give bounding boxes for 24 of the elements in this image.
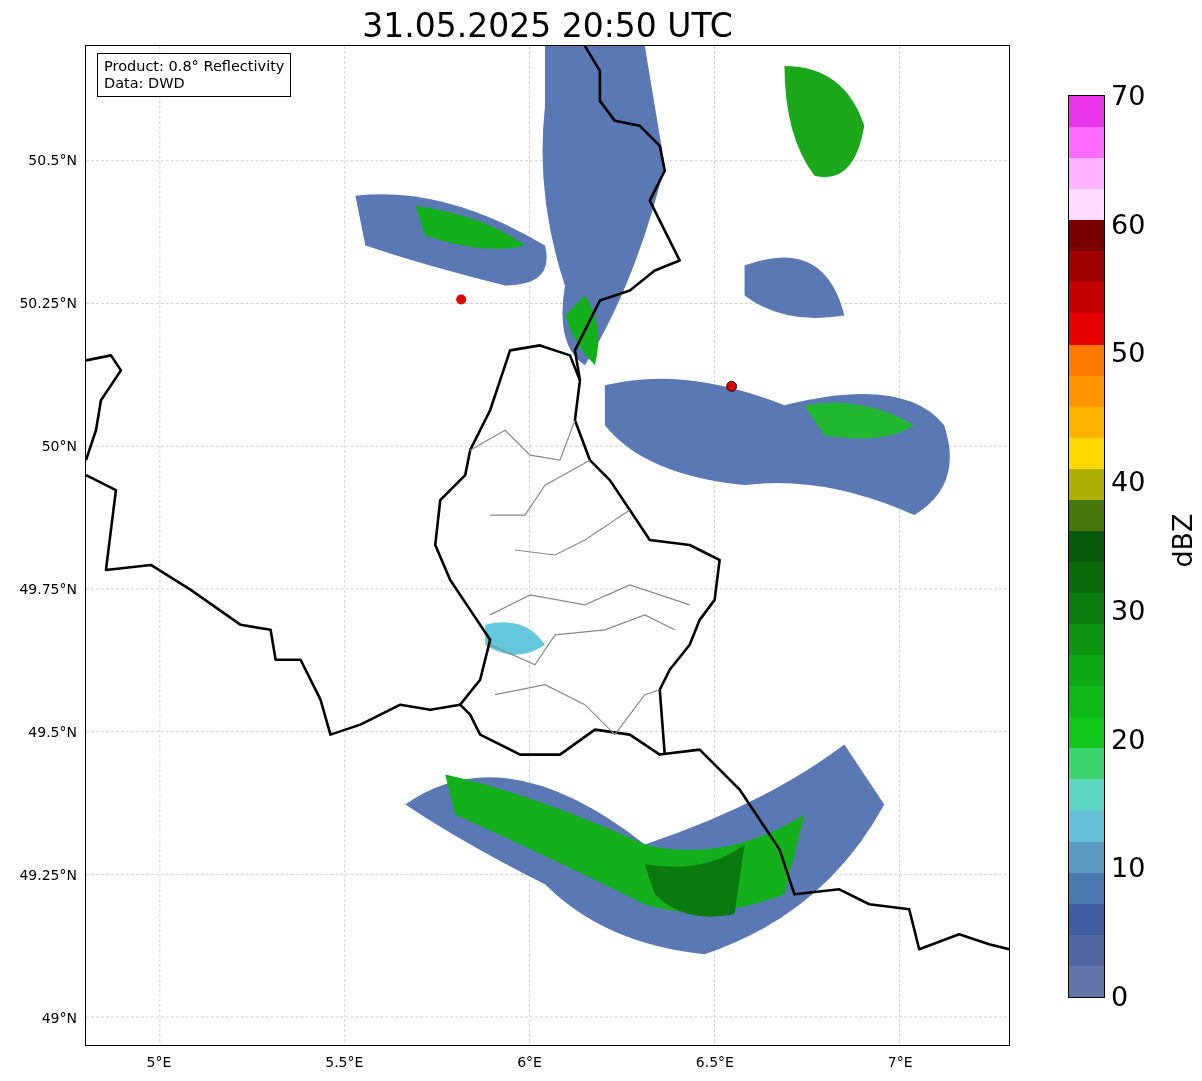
longitude-label: 6.5°E (695, 1054, 734, 1070)
colorbar-tick-label: 20 (1111, 723, 1146, 755)
latitude-label: 49°N (41, 1010, 77, 1026)
colorbar-label: dBZ (1166, 513, 1198, 568)
colorbar-tick-label: 10 (1111, 851, 1146, 883)
colorbar-tick-label: 60 (1111, 208, 1146, 240)
longitude-label: 5°E (146, 1054, 172, 1070)
longitude-label: 5.5°E (325, 1054, 364, 1070)
latitude-label: 49.5°N (28, 724, 77, 740)
colorbar-tick-label: 70 (1111, 79, 1146, 111)
longitude-label: 6°E (517, 1054, 542, 1070)
info-text: Product: 0.8° Reflectivity (104, 58, 285, 75)
latitude-label: 50°N (41, 438, 77, 454)
colorbar-tick-label: 0 (1111, 980, 1129, 1012)
longitude-label: 7°E (887, 1054, 913, 1070)
colorbar-tick-label: 30 (1111, 594, 1146, 626)
latitude-label: 49.75°N (19, 581, 77, 597)
latitude-label: 50.25°N (19, 295, 77, 311)
chart-title: 31.05.2025 20:50 UTC (361, 5, 734, 45)
info-text: Data: DWD (104, 75, 186, 92)
colorbar-tick-label: 50 (1111, 336, 1146, 368)
colorbar-tick-label: 40 (1111, 465, 1146, 497)
latitude-label: 50.5°N (28, 152, 77, 168)
latitude-label: 49.25°N (19, 867, 77, 883)
